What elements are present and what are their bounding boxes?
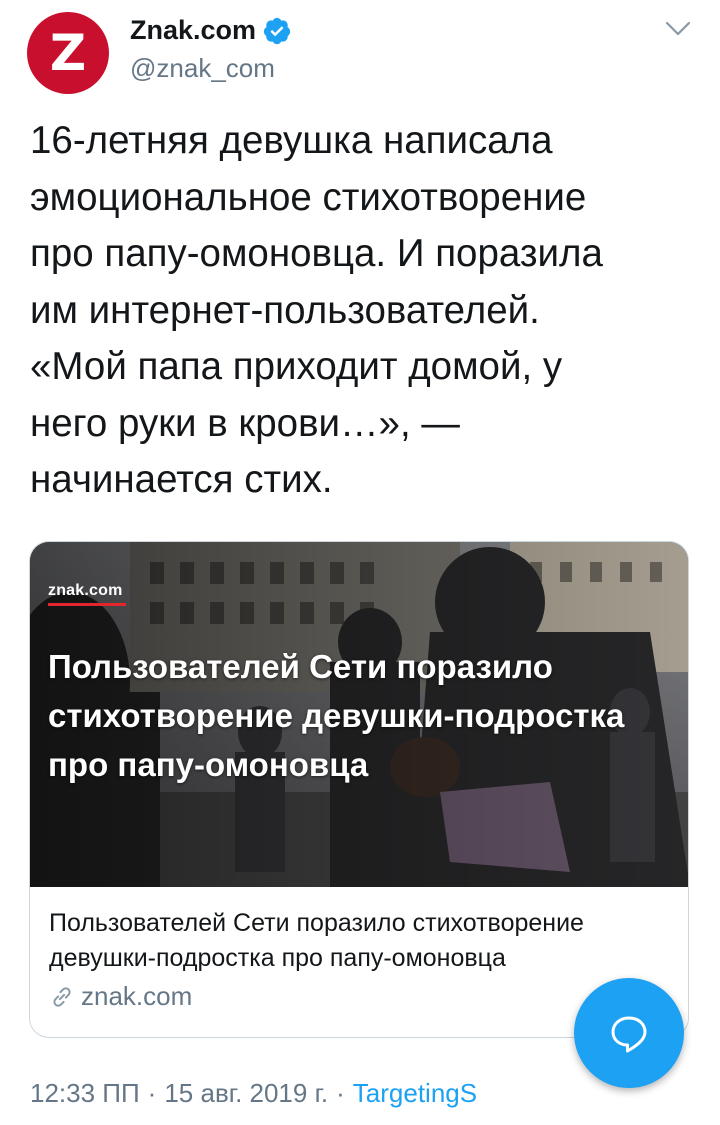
account-name[interactable]: Znak.com xyxy=(130,15,256,46)
name-row: Znak.com xyxy=(130,15,292,46)
card-logo-underline xyxy=(48,603,126,606)
avatar-letter: Z xyxy=(49,24,87,82)
card-image[interactable]: znak.com Пользователей Сети поразило сти… xyxy=(30,542,688,887)
tweet-footer: 12:33 ПП · 15 авг. 2019 г. · TargetingS xyxy=(30,1078,477,1109)
separator: · xyxy=(336,1078,345,1108)
verified-badge-icon xyxy=(263,17,291,44)
tweet-source-link[interactable]: TargetingS xyxy=(353,1078,477,1109)
card-logo: znak.com xyxy=(48,582,123,599)
tweet-time: 12:33 ПП xyxy=(30,1078,140,1108)
link-card[interactable]: znak.com Пользователей Сети поразило сти… xyxy=(29,541,689,1038)
tweet-date: 15 авг. 2019 г. xyxy=(164,1078,329,1108)
card-image-headline: Пользователей Сети поразило стихотворени… xyxy=(48,648,625,783)
link-icon xyxy=(53,986,71,1007)
avatar[interactable]: Z xyxy=(27,12,109,94)
tweet-header: Z Znak.com @znak_com xyxy=(0,0,720,110)
chevron-down-icon[interactable] xyxy=(664,18,692,40)
card-title[interactable]: Пользователей Сети поразило стихотворени… xyxy=(49,906,669,976)
card-domain: znak.com xyxy=(81,981,193,1011)
compose-reply-button[interactable] xyxy=(574,978,684,1088)
tweet-text: 16-летняя девушка написала эмоциональное… xyxy=(30,119,603,501)
card-domain-row: znak.com xyxy=(49,981,669,1012)
separator: · xyxy=(147,1078,157,1108)
card-text[interactable]: Пользователей Сети поразило стихотворени… xyxy=(49,906,669,1012)
account-handle[interactable]: @znak_com xyxy=(130,53,275,84)
speech-bubble-icon xyxy=(611,1016,647,1053)
